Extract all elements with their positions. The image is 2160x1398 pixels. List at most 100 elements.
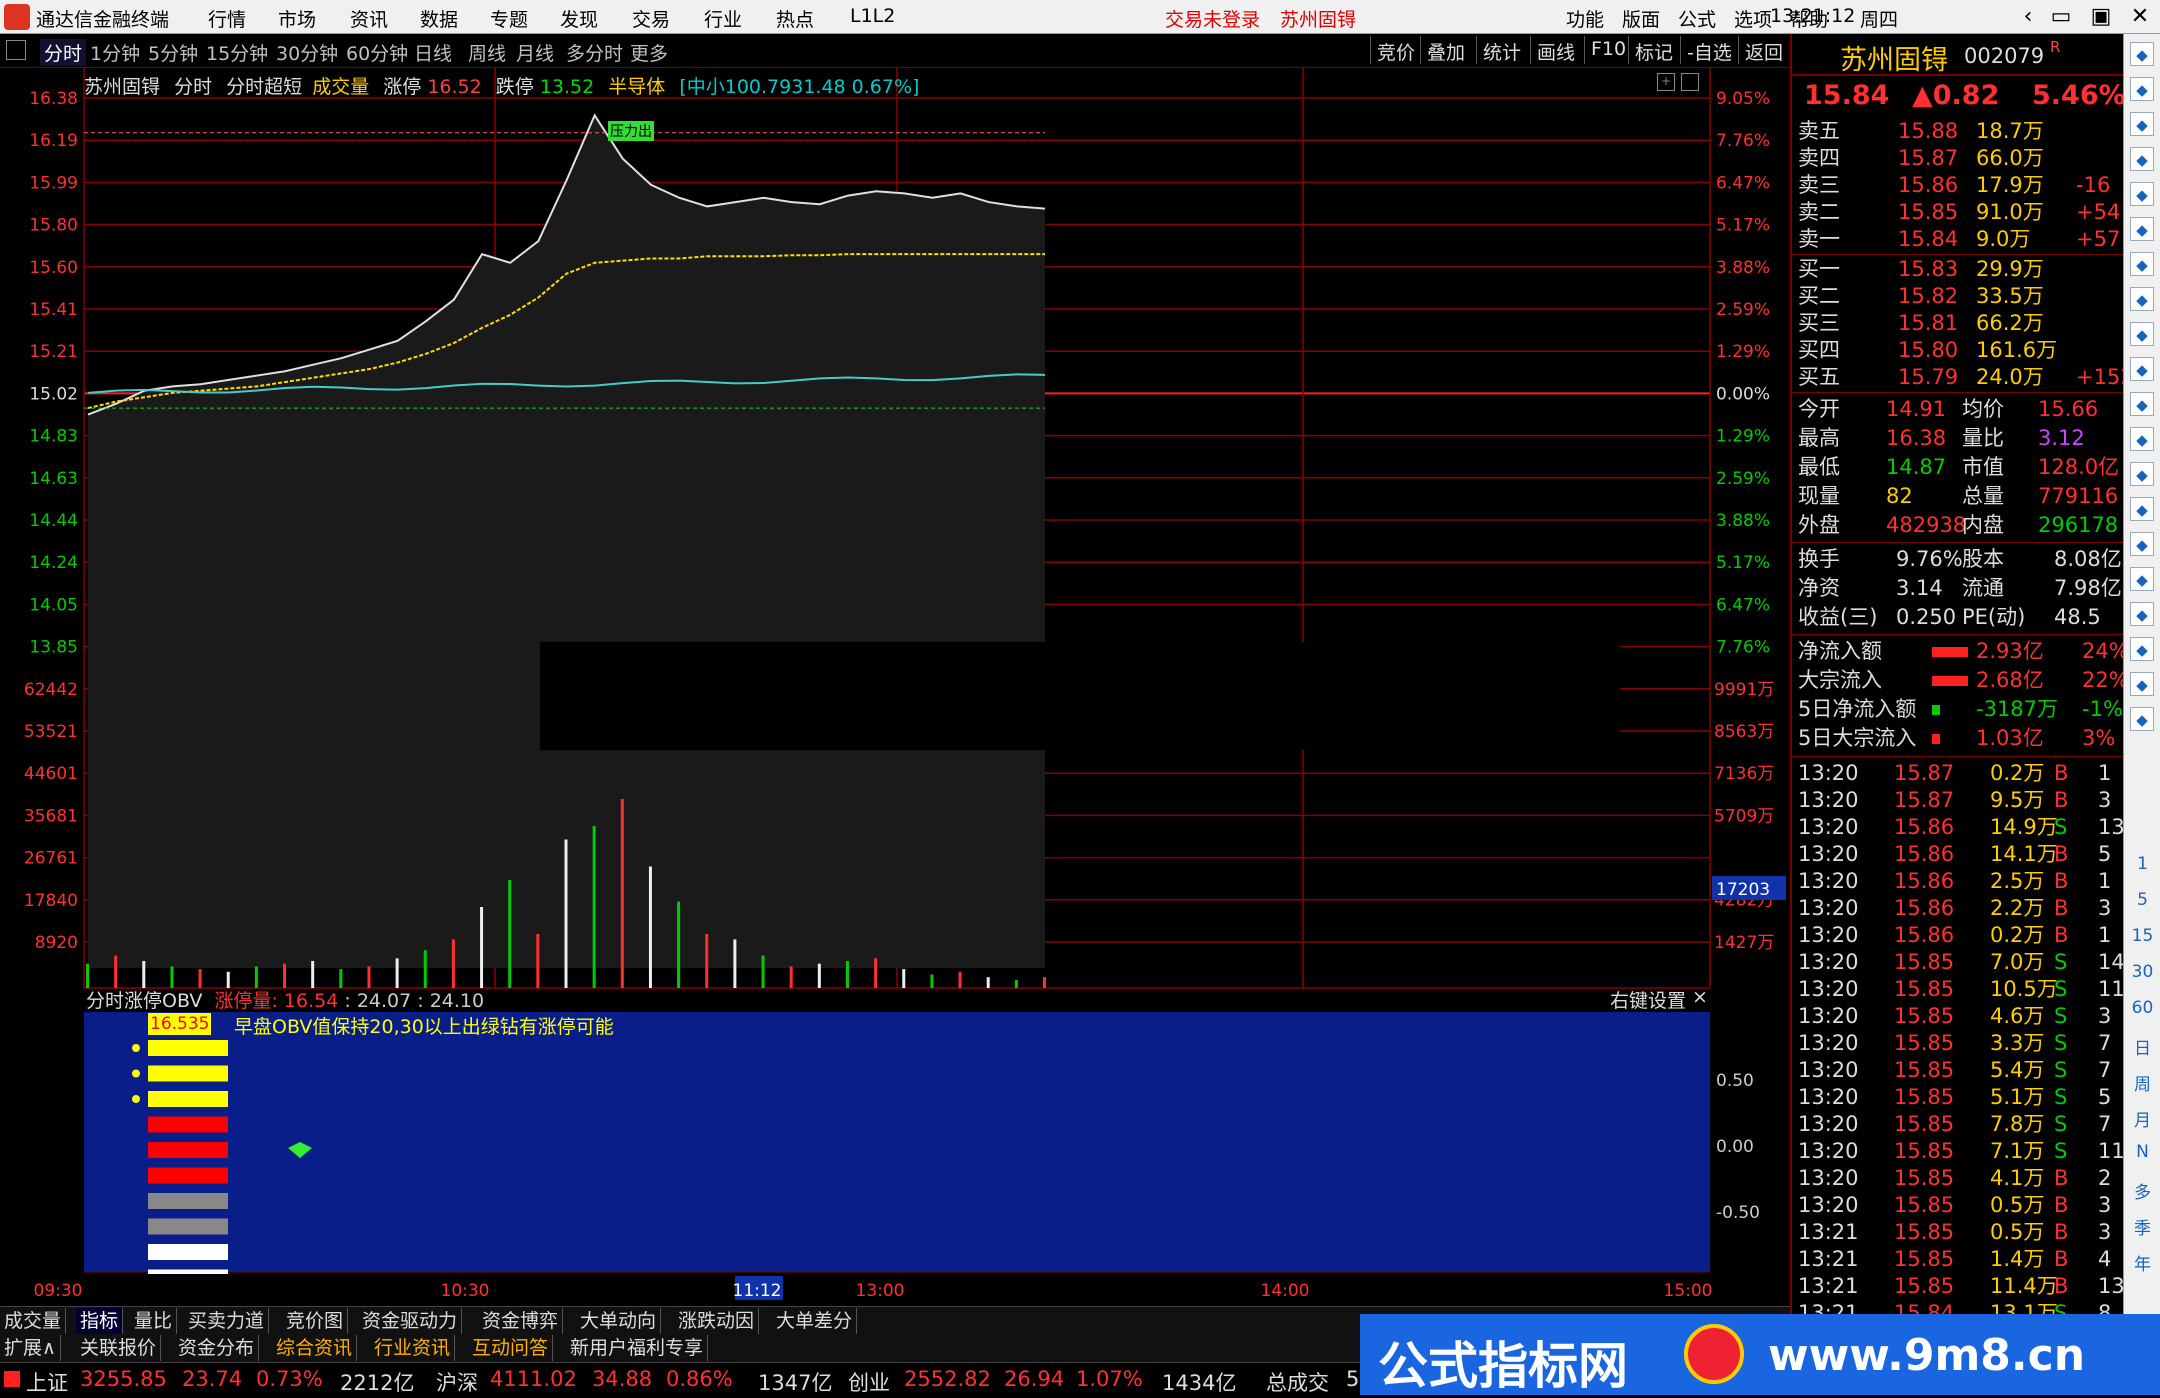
stat-row[interactable]: 外盘 482938 内盘 296178: [1792, 512, 2123, 539]
chart-tool-button[interactable]: 标记: [1628, 36, 1679, 64]
info-tab[interactable]: 互动问答: [468, 1335, 554, 1361]
menu-right-item[interactable]: 功能: [1566, 5, 1604, 32]
menu-item[interactable]: 数据: [420, 5, 458, 32]
tick-row[interactable]: 13:20 15.86 14.1万 B 5: [1792, 841, 2123, 868]
stat2-row[interactable]: 换手 9.76% 股本 8.08亿: [1792, 546, 2123, 573]
period-tab[interactable]: 周线: [468, 39, 506, 66]
menu-item[interactable]: 交易: [632, 5, 670, 32]
period-tab[interactable]: 1分钟: [90, 39, 140, 66]
period-shortcut[interactable]: 多: [2124, 1178, 2160, 1203]
f5-icon[interactable]: ◆: [2130, 672, 2154, 696]
chart-icon[interactable]: ◆: [2130, 147, 2154, 171]
stat2-row[interactable]: 收益(三) 0.250 PE(动) 48.5: [1792, 604, 2123, 631]
indicator-tab[interactable]: 资金驱动力: [358, 1308, 463, 1334]
doc-icon[interactable]: ◆: [2130, 287, 2154, 311]
buy-row[interactable]: 买一 15.83 29.9万: [1792, 256, 2123, 283]
buy-row[interactable]: 买四 15.80 161.6万: [1792, 337, 2123, 364]
menu-right-item[interactable]: 版面: [1622, 5, 1660, 32]
stat-row[interactable]: 最低 14.87 市值 128.0亿: [1792, 454, 2123, 481]
info-tab[interactable]: 行业资讯: [370, 1335, 456, 1361]
period-shortcut[interactable]: 日: [2124, 1034, 2160, 1059]
indicator-tab[interactable]: 买卖力道: [184, 1308, 270, 1334]
buy-row[interactable]: 买五 15.79 24.0万 +152: [1792, 364, 2134, 391]
menu-item[interactable]: 行业: [704, 5, 742, 32]
tick-row[interactable]: 13:20 15.86 2.2万 B 3: [1792, 895, 2123, 922]
back-icon[interactable]: ‹: [2010, 2, 2046, 32]
chart-tool-button[interactable]: -自选: [1680, 36, 1738, 64]
period-tab[interactable]: 更多: [630, 39, 668, 66]
sell-row[interactable]: 卖二 15.85 91.0万 +54: [1792, 199, 2123, 226]
tick-row[interactable]: 13:20 15.85 7.0万 S 14: [1792, 949, 2125, 976]
period-shortcut[interactable]: 60: [2124, 998, 2160, 1018]
chart-tool-button[interactable]: 竞价: [1370, 36, 1421, 64]
chart3-icon[interactable]: ◆: [2130, 567, 2154, 591]
menu-item[interactable]: 行情: [208, 5, 246, 32]
tick-row[interactable]: 13:20 15.86 14.9万 S 13: [1792, 814, 2125, 841]
maximize-icon[interactable]: ▣: [2083, 2, 2119, 32]
period-shortcut[interactable]: 1: [2124, 854, 2160, 874]
tick-row[interactable]: 13:20 15.85 0.5万 B 3: [1792, 1192, 2123, 1219]
indicator-tab[interactable]: 大单动向: [576, 1308, 662, 1334]
tick-row[interactable]: 13:20 15.85 5.1万 S 5: [1792, 1084, 2123, 1111]
stat2-row[interactable]: 净资 3.14 流通 7.98亿: [1792, 575, 2123, 602]
sell-row[interactable]: 卖五 15.88 18.7万: [1792, 118, 2123, 145]
period-tab[interactable]: 60分钟: [346, 39, 408, 66]
fz-icon[interactable]: ◆: [2130, 427, 2154, 451]
chart-setting-icon[interactable]: +: [1657, 73, 1675, 91]
info-tab[interactable]: 关联报价: [76, 1335, 162, 1361]
indicator-tab[interactable]: 大单差分: [772, 1308, 858, 1334]
period-shortcut[interactable]: 15: [2124, 926, 2160, 946]
tick-row[interactable]: 13:20 15.85 10.5万 S 11: [1792, 976, 2125, 1003]
intraday-chart[interactable]: 16.38 16.19 15.99 15.80 15.60 15.41 15.21 15.02…: [0, 68, 1790, 1308]
up-arrow-icon[interactable]: ◆: [2130, 42, 2154, 66]
period-tab[interactable]: 月线: [516, 39, 554, 66]
tick-row[interactable]: 13:20 15.87 0.2万 B 1: [1792, 760, 2123, 787]
menu-item[interactable]: 发现: [560, 5, 598, 32]
menu-right-item[interactable]: 帮助: [1790, 5, 1828, 32]
tick-row[interactable]: 13:20 15.85 5.4万 S 7: [1792, 1057, 2123, 1084]
buy-row[interactable]: 买三 15.81 66.2万: [1792, 310, 2123, 337]
menu-item[interactable]: 热点: [776, 5, 814, 32]
list-icon[interactable]: ◆: [2130, 182, 2154, 206]
flow-row[interactable]: 5日净流入额 -3187万 -1%: [1792, 696, 2123, 723]
period-shortcut[interactable]: 年: [2124, 1250, 2160, 1275]
flow-row[interactable]: 5日大宗流入 1.03亿 3%: [1792, 725, 2123, 752]
tick-row[interactable]: 13:20 15.85 4.1万 B 2: [1792, 1165, 2123, 1192]
sector[interactable]: 半导体: [608, 76, 665, 98]
obv-right-setting[interactable]: 右键设置: [1610, 986, 1686, 1013]
period-shortcut[interactable]: 月: [2124, 1106, 2160, 1131]
tick-row[interactable]: 13:20 15.85 4.6万 S 3: [1792, 1003, 2123, 1030]
stat-row[interactable]: 最高 16.38 量比 3.12: [1792, 425, 2123, 452]
period-tab[interactable]: 多分时: [566, 39, 623, 66]
obv-close-icon[interactable]: ×: [1692, 986, 1708, 1008]
indicator-tab[interactable]: 成交量: [0, 1308, 67, 1334]
list2-icon[interactable]: ◆: [2130, 707, 2154, 731]
period-shortcut[interactable]: N: [2124, 1142, 2160, 1162]
menu-item[interactable]: 专题: [490, 5, 528, 32]
minimize-icon[interactable]: ▭: [2043, 2, 2079, 32]
period-shortcut[interactable]: 5: [2124, 890, 2160, 910]
menu-item[interactable]: 市场: [278, 5, 316, 32]
period-shortcut[interactable]: 季: [2124, 1214, 2160, 1239]
chart2-icon[interactable]: ◆: [2130, 532, 2154, 556]
bar-icon[interactable]: ◆: [2130, 252, 2154, 276]
tick-row[interactable]: 13:21 15.85 0.5万 B 3: [1792, 1219, 2123, 1246]
line-icon[interactable]: ◆: [2130, 217, 2154, 241]
tick-row[interactable]: 13:21 15.85 1.4万 B 4: [1792, 1246, 2123, 1273]
stat-row[interactable]: 现量 82 总量 779116: [1792, 483, 2123, 510]
toggle-icon[interactable]: [6, 40, 26, 60]
chart-tool-button[interactable]: 画线: [1530, 36, 1581, 64]
down-arrow-icon[interactable]: ◆: [2130, 112, 2154, 136]
f10-icon[interactable]: ◆: [2130, 322, 2154, 346]
login-status[interactable]: 交易未登录: [1165, 5, 1260, 32]
pen-icon[interactable]: ◆: [2130, 637, 2154, 661]
indicator-tab[interactable]: 指标: [76, 1308, 124, 1334]
chart-tool-button[interactable]: 叠加: [1420, 36, 1471, 64]
indicator-tab[interactable]: 涨跌动因: [674, 1308, 760, 1334]
info-tab[interactable]: 资金分布: [174, 1335, 260, 1361]
period-tab[interactable]: 分时: [40, 39, 87, 66]
chart-restore-icon[interactable]: [1681, 73, 1699, 91]
chart-tool-button[interactable]: F10: [1584, 36, 1632, 64]
tick-row[interactable]: 13:20 15.85 7.8万 S 7: [1792, 1111, 2123, 1138]
indicator-tab[interactable]: 资金博弈: [478, 1308, 564, 1334]
